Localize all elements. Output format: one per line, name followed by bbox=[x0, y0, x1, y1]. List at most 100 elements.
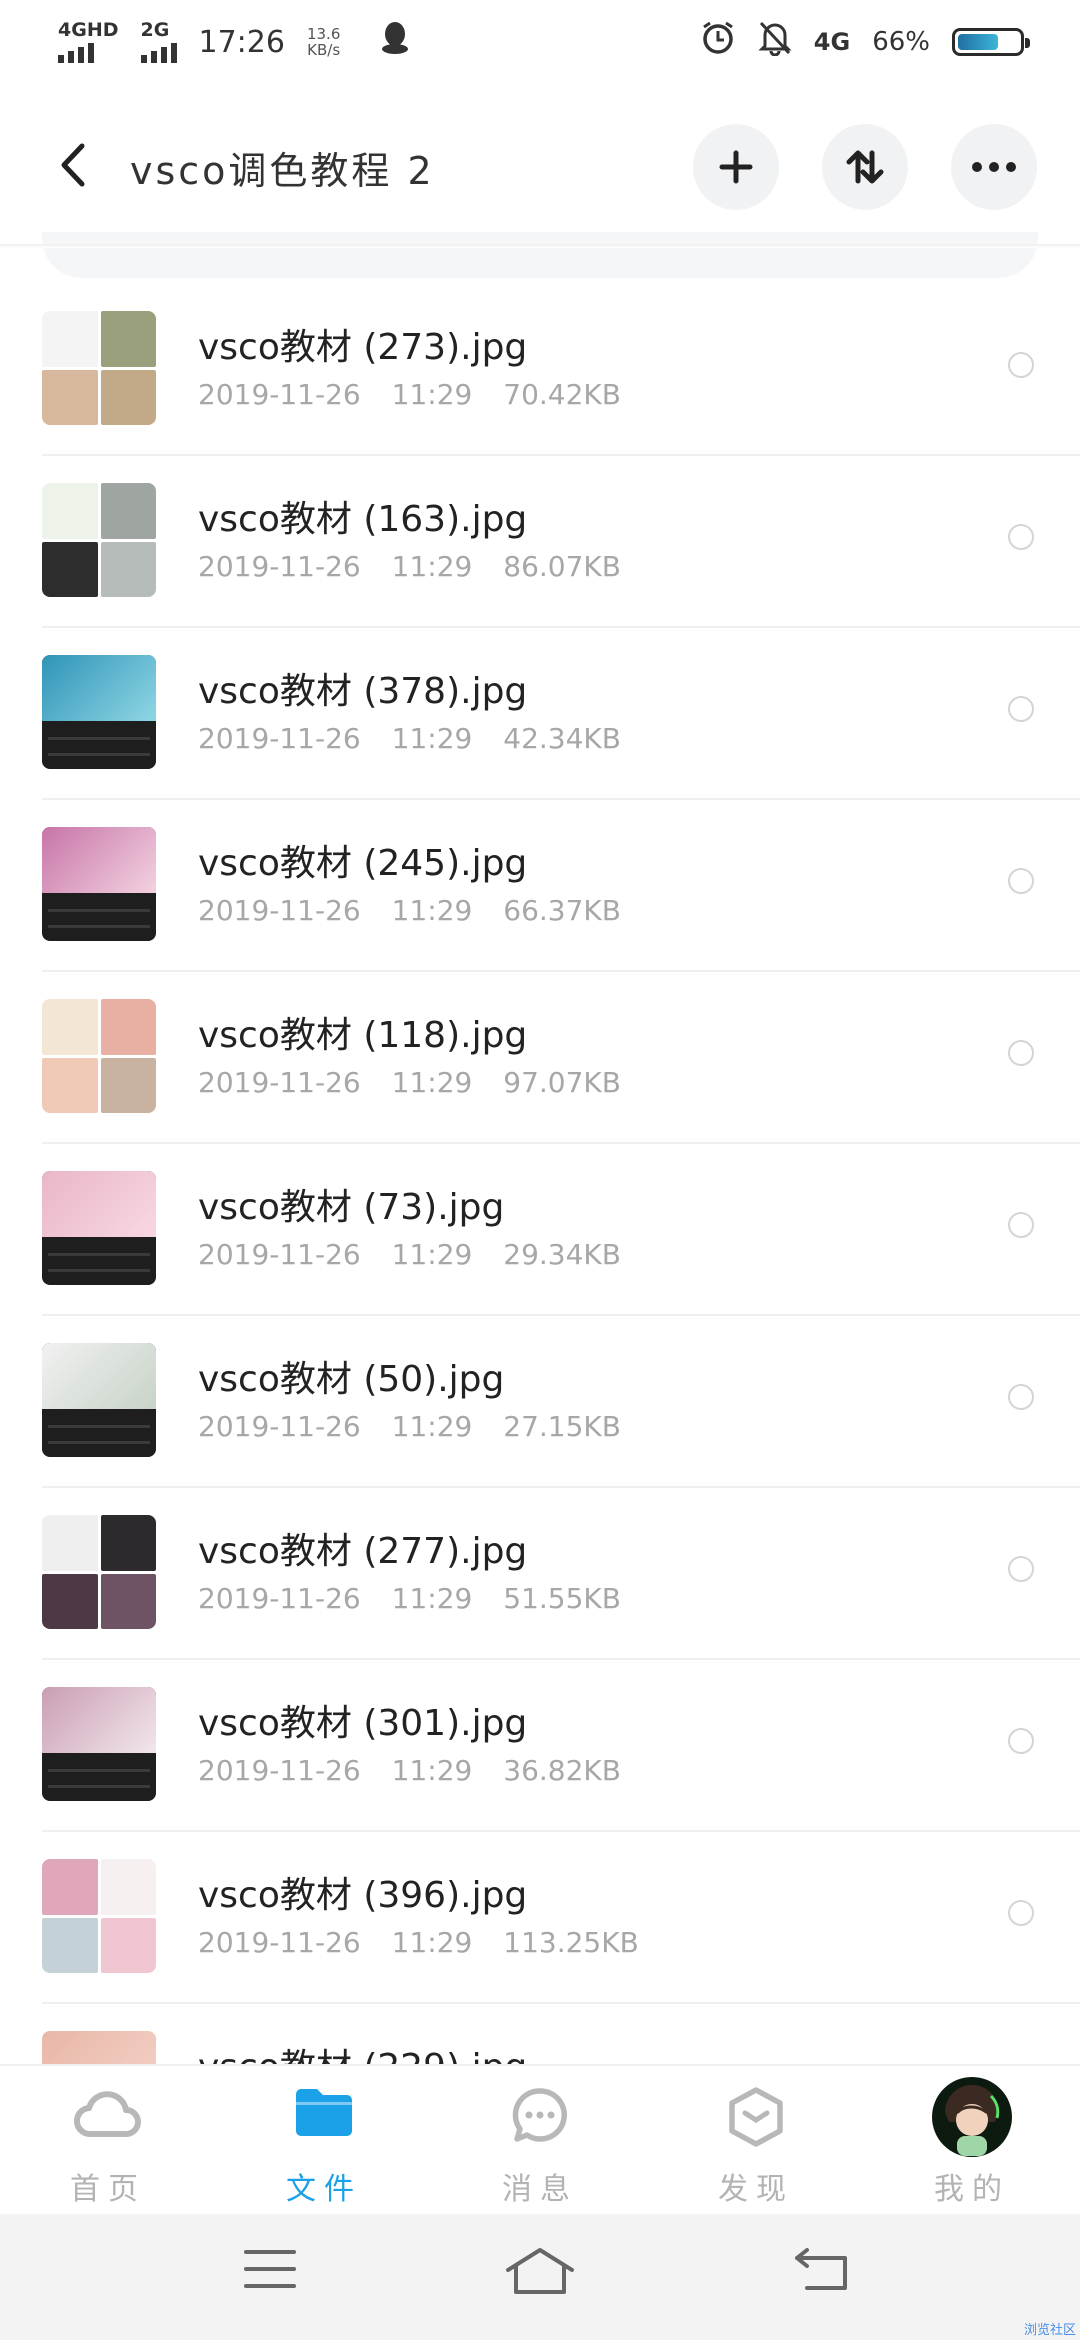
file-name: vsco教材 (163).jpg bbox=[198, 499, 528, 540]
clock: 17:26 bbox=[198, 24, 285, 60]
return-icon bbox=[795, 2248, 847, 2290]
tab-me[interactable]: 我的 bbox=[892, 2076, 1052, 2207]
cloud-icon bbox=[73, 2086, 143, 2146]
file-date: 2019-11-26 bbox=[198, 1410, 361, 1443]
file-meta: 2019-11-26 11:29 29.34KB bbox=[198, 1238, 643, 1271]
file-row[interactable]: vsco教材 (378).jpg 2019-11-26 11:29 42.34K… bbox=[0, 628, 1080, 800]
file-meta: 2019-11-26 11:29 36.82KB bbox=[198, 1754, 643, 1787]
file-size: 66.37KB bbox=[503, 894, 621, 927]
tab-label: 我的 bbox=[934, 2172, 1010, 2207]
network-type: 4G bbox=[813, 28, 851, 56]
select-radio[interactable] bbox=[1008, 696, 1034, 722]
file-thumbnail bbox=[42, 827, 156, 941]
file-name: vsco教材 (229).jpg bbox=[198, 2038, 527, 2064]
file-meta: 2019-11-26 11:29 27.15KB bbox=[198, 1410, 643, 1443]
file-size: 51.55KB bbox=[503, 1582, 621, 1615]
tab-discover[interactable]: 发现 bbox=[676, 2076, 836, 2207]
file-thumbnail bbox=[42, 1515, 156, 1629]
chat-icon bbox=[510, 2086, 570, 2150]
select-radio[interactable] bbox=[1008, 868, 1034, 894]
select-radio[interactable] bbox=[1008, 1384, 1034, 1410]
search-bar[interactable] bbox=[42, 232, 1038, 278]
file-size: 29.34KB bbox=[503, 1238, 621, 1271]
file-name: vsco教材 (396).jpg bbox=[198, 1875, 528, 1916]
file-size: 27.15KB bbox=[503, 1410, 621, 1443]
file-meta: 2019-11-26 11:29 42.34KB bbox=[198, 722, 643, 755]
file-size: 86.07KB bbox=[503, 550, 621, 583]
file-date: 2019-11-26 bbox=[198, 1754, 361, 1787]
file-time: 11:29 bbox=[391, 894, 473, 927]
file-name: vsco教材 (50).jpg bbox=[198, 1359, 505, 1400]
file-date: 2019-11-26 bbox=[198, 1066, 361, 1099]
home-button[interactable] bbox=[504, 2246, 576, 2300]
network-speed: 13.6 KB/s bbox=[306, 24, 341, 59]
file-size: 36.82KB bbox=[503, 1754, 621, 1787]
file-name: vsco教材 (245).jpg bbox=[198, 843, 528, 884]
file-name: vsco教材 (301).jpg bbox=[198, 1703, 528, 1744]
select-radio[interactable] bbox=[1008, 1900, 1034, 1926]
sort-button[interactable] bbox=[822, 124, 908, 210]
select-radio[interactable] bbox=[1008, 1556, 1034, 1582]
home-icon bbox=[506, 2248, 574, 2294]
file-row[interactable]: vsco教材 (73).jpg 2019-11-26 11:29 29.34KB bbox=[0, 1144, 1080, 1316]
battery-percent: 66% bbox=[872, 27, 930, 57]
file-row[interactable]: vsco教材 (50).jpg 2019-11-26 11:29 27.15KB bbox=[0, 1316, 1080, 1488]
file-meta: 2019-11-26 11:29 113.25KB bbox=[198, 1926, 661, 1959]
file-row[interactable]: vsco教材 (301).jpg 2019-11-26 11:29 36.82K… bbox=[0, 1660, 1080, 1832]
tab-messages[interactable]: 消息 bbox=[460, 2076, 620, 2207]
tab-label: 文件 bbox=[286, 2172, 362, 2207]
file-time: 11:29 bbox=[391, 378, 473, 411]
status-bar: 4GHD 2G 17:26 13.6 KB/s 4G 66% bbox=[0, 0, 1080, 84]
cube-icon bbox=[726, 2086, 786, 2152]
watermark: 浏览社区 bbox=[1023, 2323, 1076, 2338]
more-button[interactable] bbox=[951, 124, 1037, 210]
recents-button[interactable] bbox=[243, 2246, 297, 2296]
file-row[interactable]: vsco教材 (396).jpg 2019-11-26 11:29 113.25… bbox=[0, 1832, 1080, 2004]
back-nav-button[interactable] bbox=[793, 2246, 853, 2296]
avatar bbox=[931, 2076, 1013, 2162]
signal-label: 2G bbox=[140, 19, 170, 41]
system-nav-bar: 浏览社区 bbox=[0, 2214, 1080, 2340]
sort-icon bbox=[846, 150, 884, 184]
file-thumbnail bbox=[42, 1687, 156, 1801]
file-name: vsco教材 (277).jpg bbox=[198, 1531, 528, 1572]
file-date: 2019-11-26 bbox=[198, 378, 361, 411]
file-date: 2019-11-26 bbox=[198, 550, 361, 583]
file-list[interactable]: vsco教材 (273).jpg 2019-11-26 11:29 70.42K… bbox=[0, 284, 1080, 2064]
file-meta: 2019-11-26 11:29 66.37KB bbox=[198, 894, 643, 927]
tab-files[interactable]: 文件 bbox=[244, 2076, 404, 2207]
file-row[interactable]: vsco教材 (163).jpg 2019-11-26 11:29 86.07K… bbox=[0, 456, 1080, 628]
file-size: 97.07KB bbox=[503, 1066, 621, 1099]
file-row[interactable]: vsco教材 (277).jpg 2019-11-26 11:29 51.55K… bbox=[0, 1488, 1080, 1660]
file-time: 11:29 bbox=[391, 1926, 473, 1959]
file-thumbnail bbox=[42, 311, 156, 425]
file-row[interactable]: vsco教材 (118).jpg 2019-11-26 11:29 97.07K… bbox=[0, 972, 1080, 1144]
file-thumbnail bbox=[42, 2031, 156, 2064]
mute-bell-icon bbox=[758, 20, 792, 64]
speed-unit: KB/s bbox=[307, 41, 341, 59]
file-meta: 2019-11-26 11:29 86.07KB bbox=[198, 550, 643, 583]
file-meta: 2019-11-26 11:29 70.42KB bbox=[198, 378, 643, 411]
file-meta: 2019-11-26 11:29 51.55KB bbox=[198, 1582, 643, 1615]
header: vsco调色教程 2 bbox=[0, 110, 1080, 220]
add-button[interactable] bbox=[693, 124, 779, 210]
file-row[interactable]: vsco教材 (245).jpg 2019-11-26 11:29 66.37K… bbox=[0, 800, 1080, 972]
speed-value: 13.6 bbox=[306, 24, 341, 43]
select-radio[interactable] bbox=[1008, 352, 1034, 378]
select-radio[interactable] bbox=[1008, 1212, 1034, 1238]
file-row[interactable]: vsco教材 (229).jpg bbox=[0, 2004, 1080, 2064]
file-row[interactable]: vsco教材 (273).jpg 2019-11-26 11:29 70.42K… bbox=[0, 284, 1080, 456]
page-title: vsco调色教程 2 bbox=[130, 149, 435, 193]
tab-home[interactable]: 首页 bbox=[28, 2076, 188, 2207]
file-thumbnail bbox=[42, 655, 156, 769]
file-name: vsco教材 (118).jpg bbox=[198, 1015, 528, 1056]
select-radio[interactable] bbox=[1008, 1728, 1034, 1754]
file-time: 11:29 bbox=[391, 1754, 473, 1787]
file-time: 11:29 bbox=[391, 550, 473, 583]
select-radio[interactable] bbox=[1008, 524, 1034, 550]
back-button[interactable] bbox=[50, 138, 100, 192]
tab-label: 发现 bbox=[718, 2172, 794, 2207]
select-radio[interactable] bbox=[1008, 1040, 1034, 1066]
file-size: 113.25KB bbox=[503, 1926, 639, 1959]
file-thumbnail bbox=[42, 483, 156, 597]
